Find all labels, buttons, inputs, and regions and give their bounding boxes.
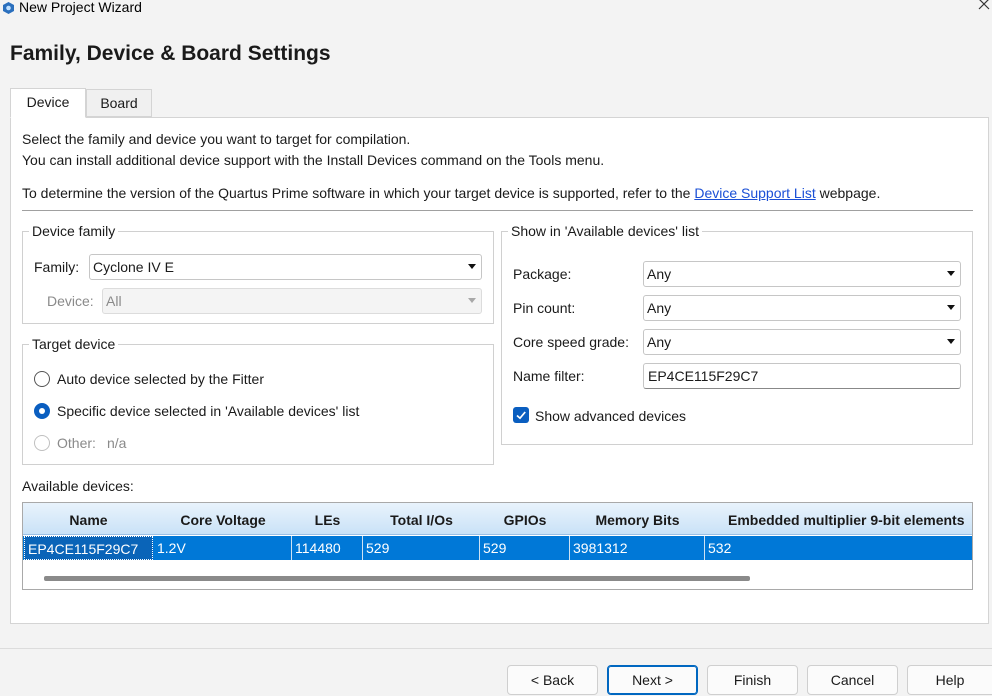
cell-embedded-multiplier[interactable]: 532 xyxy=(705,536,972,560)
radio-other-device-label: Other: xyxy=(57,435,96,451)
checkmark-icon xyxy=(516,411,526,420)
device-select: All xyxy=(102,288,482,314)
intro-line-1: Select the family and device you want to… xyxy=(22,131,411,147)
show-in-list-group-title: Show in 'Available devices' list xyxy=(508,223,702,239)
close-icon[interactable] xyxy=(978,0,990,15)
intro-line-3-suffix: webpage. xyxy=(815,185,881,201)
package-select-value: Any xyxy=(647,266,672,282)
pin-count-select[interactable]: Any xyxy=(643,295,961,321)
other-device-value: n/a xyxy=(107,435,127,451)
available-devices-label: Available devices: xyxy=(22,478,134,494)
cell-les[interactable]: 114480 xyxy=(292,536,363,560)
chevron-down-icon xyxy=(468,298,476,303)
intro-line-3: To determine the version of the Quartus … xyxy=(22,185,880,201)
intro-line-2: You can install additional device suppor… xyxy=(22,152,605,168)
cell-gpios[interactable]: 529 xyxy=(480,536,570,560)
package-select[interactable]: Any xyxy=(643,261,961,287)
chevron-down-icon xyxy=(947,305,955,310)
family-label: Family: xyxy=(34,259,80,275)
family-select-value: Cyclone IV E xyxy=(93,259,174,275)
device-label: Device: xyxy=(47,293,94,309)
page-title: Family, Device & Board Settings xyxy=(10,42,331,65)
title-bar: New Project Wizard xyxy=(0,0,992,18)
core-speed-grade-label: Core speed grade: xyxy=(513,334,629,350)
cell-core-voltage[interactable]: 1.2V xyxy=(154,536,292,560)
radio-auto-device-label[interactable]: Auto device selected by the Fitter xyxy=(57,371,264,387)
radio-specific-device-label[interactable]: Specific device selected in 'Available d… xyxy=(57,403,359,419)
back-button[interactable]: < Back xyxy=(507,665,598,695)
core-speed-grade-select-value: Any xyxy=(647,334,672,350)
package-label: Package: xyxy=(513,266,572,282)
name-filter-value: EP4CE115F29C7 xyxy=(648,368,759,384)
core-speed-grade-select[interactable]: Any xyxy=(643,329,961,355)
radio-auto-device[interactable] xyxy=(34,371,50,387)
cell-memory-bits[interactable]: 3981312 xyxy=(570,536,705,560)
horizontal-scrollbar[interactable] xyxy=(44,576,750,581)
column-header-gpios[interactable]: GPIOs xyxy=(480,503,570,535)
column-header-total-ios[interactable]: Total I/Os xyxy=(363,503,480,535)
window-title: New Project Wizard xyxy=(19,0,142,15)
column-header-les[interactable]: LEs xyxy=(292,503,363,535)
chevron-down-icon xyxy=(947,339,955,344)
chevron-down-icon xyxy=(947,271,955,276)
table-header: Name Core Voltage LEs Total I/Os GPIOs M… xyxy=(23,503,972,535)
pin-count-label: Pin count: xyxy=(513,300,576,316)
device-family-group-title: Device family xyxy=(29,223,119,239)
show-advanced-checkbox[interactable] xyxy=(513,407,529,423)
chevron-down-icon xyxy=(468,264,476,269)
pin-count-select-value: Any xyxy=(647,300,672,316)
name-filter-label: Name filter: xyxy=(513,368,585,384)
radio-specific-device[interactable] xyxy=(34,403,50,419)
name-filter-input[interactable]: EP4CE115F29C7 xyxy=(643,363,961,389)
target-device-group-title: Target device xyxy=(29,336,119,352)
tab-device[interactable]: Device xyxy=(10,88,86,118)
cancel-button[interactable]: Cancel xyxy=(807,665,898,695)
divider xyxy=(22,210,973,211)
family-select[interactable]: Cyclone IV E xyxy=(89,254,482,280)
help-button[interactable]: Help xyxy=(907,665,992,695)
cell-name[interactable]: EP4CE115F29C7 xyxy=(24,536,153,560)
finish-button[interactable]: Finish xyxy=(707,665,798,695)
next-button[interactable]: Next > xyxy=(607,665,698,695)
footer-divider xyxy=(0,648,992,649)
table-row[interactable]: EP4CE115F29C7 1.2V 114480 529 529 398131… xyxy=(23,536,972,560)
column-header-memory-bits[interactable]: Memory Bits xyxy=(570,503,705,535)
cell-total-ios[interactable]: 529 xyxy=(363,536,480,560)
column-header-embedded-multiplier[interactable]: Embedded multiplier 9-bit elements xyxy=(705,503,972,535)
device-select-value: All xyxy=(106,293,122,309)
intro-line-3-prefix: To determine the version of the Quartus … xyxy=(22,185,695,201)
show-advanced-label[interactable]: Show advanced devices xyxy=(535,408,686,424)
tab-board[interactable]: Board xyxy=(86,89,152,117)
column-header-name[interactable]: Name xyxy=(23,503,154,535)
device-support-list-link[interactable]: Device Support List xyxy=(694,185,815,201)
radio-other-device xyxy=(34,435,50,451)
quartus-app-icon xyxy=(2,1,15,15)
column-header-core-voltage[interactable]: Core Voltage xyxy=(154,503,292,535)
